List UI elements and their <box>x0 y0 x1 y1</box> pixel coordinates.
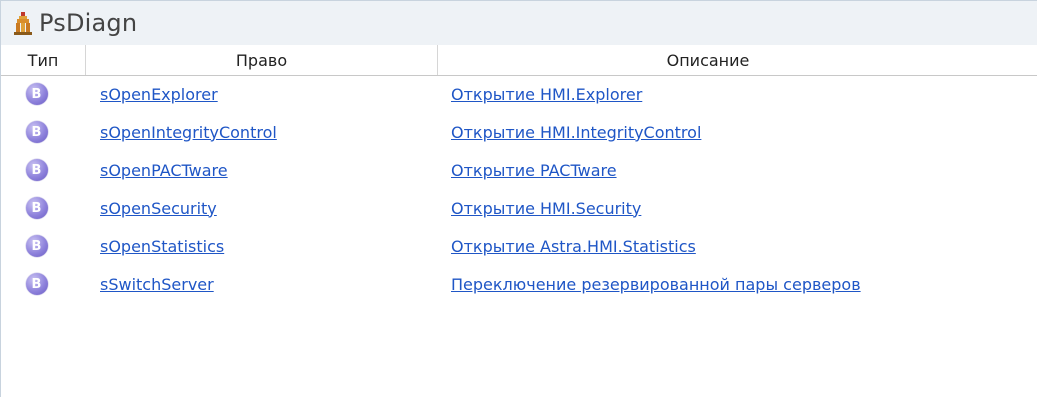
table-row[interactable]: B sOpenSecurity Открытие HMI.Security <box>1 189 1037 227</box>
table-row[interactable]: B sSwitchServer Переключение резервирова… <box>1 265 1037 303</box>
table-row[interactable]: B sOpenPACTware Открытие PACTware <box>1 151 1037 189</box>
right-link[interactable]: sSwitchServer <box>100 275 214 294</box>
bool-type-icon: B <box>25 159 48 181</box>
right-link[interactable]: sOpenPACTware <box>100 161 228 180</box>
description-link[interactable]: Открытие PACTware <box>451 161 617 180</box>
right-link[interactable]: sOpenSecurity <box>100 199 217 218</box>
right-link[interactable]: sOpenIntegrityControl <box>100 123 277 142</box>
panel-title: PsDiagn <box>39 9 138 37</box>
bool-type-icon: B <box>25 197 48 219</box>
panel-title-bar: PsDiagn <box>1 1 1037 46</box>
description-link[interactable]: Переключение резервированной пары сервер… <box>451 275 861 294</box>
column-header-type[interactable]: Тип <box>1 45 86 75</box>
column-header-description[interactable]: Описание <box>438 45 1037 75</box>
bool-type-icon: B <box>25 121 48 143</box>
table-row[interactable]: B sOpenIntegrityControl Открытие HMI.Int… <box>1 113 1037 151</box>
table-header: Тип Право Описание <box>1 45 1037 76</box>
column-header-right[interactable]: Право <box>86 45 438 75</box>
bool-type-icon: B <box>25 235 48 257</box>
description-link[interactable]: Открытие HMI.IntegrityControl <box>451 123 701 142</box>
right-link[interactable]: sOpenExplorer <box>100 85 218 104</box>
tower-icon <box>14 12 32 35</box>
table-row[interactable]: B sOpenStatistics Открытие Astra.HMI.Sta… <box>1 227 1037 265</box>
description-link[interactable]: Открытие HMI.Security <box>451 199 641 218</box>
description-link[interactable]: Открытие Astra.HMI.Statistics <box>451 237 696 256</box>
description-link[interactable]: Открытие HMI.Explorer <box>451 85 642 104</box>
right-link[interactable]: sOpenStatistics <box>100 237 224 256</box>
bool-type-icon: B <box>25 83 48 105</box>
psdiagn-panel: PsDiagn Тип Право Описание B sOpenExplor… <box>0 0 1037 397</box>
table-row[interactable]: B sOpenExplorer Открытие HMI.Explorer <box>1 75 1037 113</box>
table-body: B sOpenExplorer Открытие HMI.Explorer B … <box>1 75 1037 303</box>
bool-type-icon: B <box>25 273 48 295</box>
